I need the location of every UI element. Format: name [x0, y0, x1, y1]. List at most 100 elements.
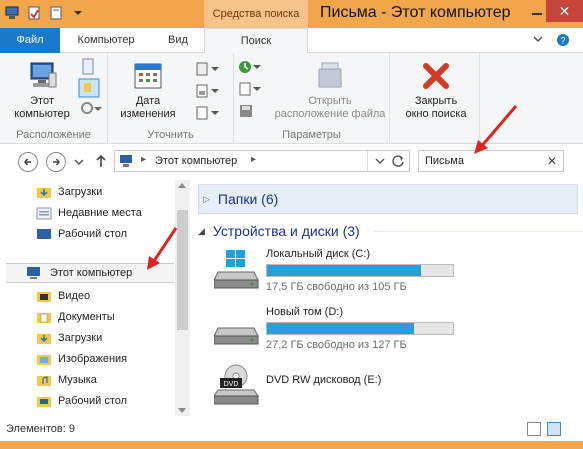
address-path[interactable]: Этот компьютер — [155, 155, 237, 167]
this-pc-icon — [30, 62, 57, 88]
date-modified-button[interactable]: Дата изменения — [112, 59, 184, 121]
scroll-up-icon[interactable] — [178, 183, 186, 188]
close-search-label-1: Закрыть — [414, 95, 458, 107]
help-icon[interactable]: ? — [556, 33, 570, 47]
save-search-icon[interactable] — [238, 103, 254, 119]
this-pc-label-2: компьютер — [14, 108, 70, 120]
kind-icon[interactable] — [196, 61, 220, 77]
nav-item-label: Недавние места — [58, 207, 142, 219]
address-bar[interactable]: ▸ Этот компьютер ▸ — [114, 150, 410, 172]
other-properties-icon[interactable] — [196, 105, 220, 121]
nav-item-label: Загрузки — [58, 186, 103, 198]
details-view-icon[interactable] — [527, 422, 541, 436]
computer-icon[interactable] — [4, 5, 20, 21]
folders-group-header[interactable]: ▷ Папки (6) — [198, 184, 578, 214]
svg-text:DVD: DVD — [224, 381, 239, 388]
options-group-label: Параметры — [282, 129, 341, 141]
search-again-icon[interactable] — [80, 101, 102, 117]
refresh-icon[interactable] — [391, 154, 405, 168]
forward-button[interactable] — [46, 152, 66, 172]
nav-item-downloads-fav[interactable]: Загрузки — [36, 182, 102, 202]
collapse-chevron-icon[interactable]: ◢ — [198, 226, 205, 237]
videos-folder-icon — [37, 292, 51, 302]
open-location-icon — [318, 62, 342, 88]
qat-dropdown-icon[interactable] — [70, 5, 86, 21]
quick-access-toolbar — [4, 5, 86, 21]
recent-searches-icon[interactable] — [238, 59, 262, 75]
ribbon-group-refine: Дата изменения Уточнить — [108, 53, 234, 144]
up-arrow-icon[interactable] — [94, 153, 108, 169]
annotation-arrow-this-pc-icon — [147, 227, 178, 270]
date-modified-label-2: изменения — [120, 108, 176, 120]
breadcrumb-chevron-icon[interactable]: ▸ — [251, 154, 256, 165]
back-button[interactable] — [18, 152, 38, 172]
svg-text:?: ? — [560, 36, 565, 46]
close-search-button[interactable]: Закрыть окно поиска — [398, 59, 474, 121]
recent-locations-chevron-icon[interactable] — [74, 158, 84, 166]
tab-computer[interactable]: Компьютер — [66, 28, 146, 53]
properties-icon[interactable] — [26, 5, 42, 21]
music-folder-icon — [37, 376, 51, 386]
location-group-label: Расположение — [16, 129, 91, 141]
item-count: Элементов: 9 — [6, 423, 75, 435]
large-icons-view-icon[interactable] — [547, 422, 561, 436]
nav-item-documents[interactable]: Документы — [36, 307, 115, 327]
scroll-down-icon[interactable] — [178, 408, 186, 413]
window-bottom-strip — [0, 441, 583, 449]
drive-name: Локальный диск (C:) — [266, 248, 371, 260]
nav-item-label: Музыка — [58, 374, 97, 386]
subfolders-icon[interactable] — [78, 78, 100, 98]
drive-usage-fill — [267, 265, 422, 276]
nav-item-downloads[interactable]: Загрузки — [36, 328, 102, 348]
nav-item-pictures[interactable]: Изображения — [36, 349, 127, 369]
open-file-location-button[interactable]: Открыть расположение файла — [274, 59, 386, 121]
tab-file[interactable]: Файл — [0, 28, 60, 53]
devices-group-header[interactable]: ◢ Устройства и диски (3) — [198, 216, 583, 246]
nav-scrollbar[interactable] — [175, 180, 190, 416]
ribbon-tabs: Файл Компьютер Вид Поиск ? — [0, 28, 583, 54]
drive-usage-bar — [266, 264, 454, 277]
current-folder-icon[interactable] — [80, 58, 98, 76]
ribbon-group-options: Открыть расположение файла Параметры — [234, 53, 390, 144]
close-button[interactable]: ✕ — [546, 0, 583, 22]
windows-drive-icon — [214, 250, 259, 289]
back-arrow-icon — [24, 158, 31, 166]
size-icon[interactable] — [196, 83, 220, 99]
dvd-drive-icon: DVD — [214, 364, 259, 405]
tab-view[interactable]: Вид — [156, 28, 200, 53]
expand-chevron-icon[interactable]: ▷ — [203, 194, 210, 205]
window-title: Письма - Этот компьютер — [320, 4, 511, 21]
breadcrumb-separator-icon: ▸ — [141, 154, 147, 165]
nav-item-desktop[interactable]: Рабочий стол — [36, 391, 127, 411]
search-tools-context-tab: Средства поиска — [204, 0, 308, 28]
nav-item-label: Этот компьютер — [50, 267, 133, 279]
nav-item-desktop-fav[interactable]: Рабочий стол — [36, 224, 127, 244]
drive-name: DVD RW дисковод (E:) — [266, 374, 382, 386]
forward-arrow-icon — [53, 158, 60, 166]
tab-search[interactable]: Поиск — [204, 28, 308, 54]
pictures-folder-icon — [37, 355, 51, 365]
this-pc-label-1: Этот — [30, 95, 54, 107]
nav-item-recent-places[interactable]: Недавние места — [36, 203, 142, 223]
open-location-label-2: расположение файла — [274, 108, 386, 120]
clear-search-icon[interactable]: ✕ — [547, 154, 557, 168]
desktop-folder-icon — [37, 397, 51, 407]
address-divider — [367, 151, 368, 171]
nav-item-music[interactable]: Музыка — [36, 370, 97, 390]
downloads-folder-icon — [37, 334, 51, 344]
this-pc-button[interactable]: Этот компьютер — [6, 59, 78, 121]
nav-item-videos[interactable]: Видео — [36, 286, 90, 306]
nav-item-label: Изображения — [58, 353, 128, 365]
devices-header-rule — [374, 231, 583, 232]
nav-item-label: Рабочий стол — [58, 228, 128, 240]
minimize-button[interactable] — [529, 0, 545, 22]
address-dropdown-icon[interactable] — [375, 155, 385, 167]
new-folder-icon[interactable] — [48, 5, 64, 21]
drive-usage-fill — [267, 323, 414, 334]
nav-item-this-pc[interactable]: Этот компьютер — [26, 263, 132, 283]
documents-folder-icon — [37, 313, 51, 323]
advanced-options-icon[interactable] — [238, 81, 262, 97]
search-input[interactable]: Письма — [425, 155, 464, 167]
expand-ribbon-icon[interactable] — [532, 33, 544, 45]
title-bar: Средства поиска Письма - Этот компьютер … — [0, 0, 583, 28]
